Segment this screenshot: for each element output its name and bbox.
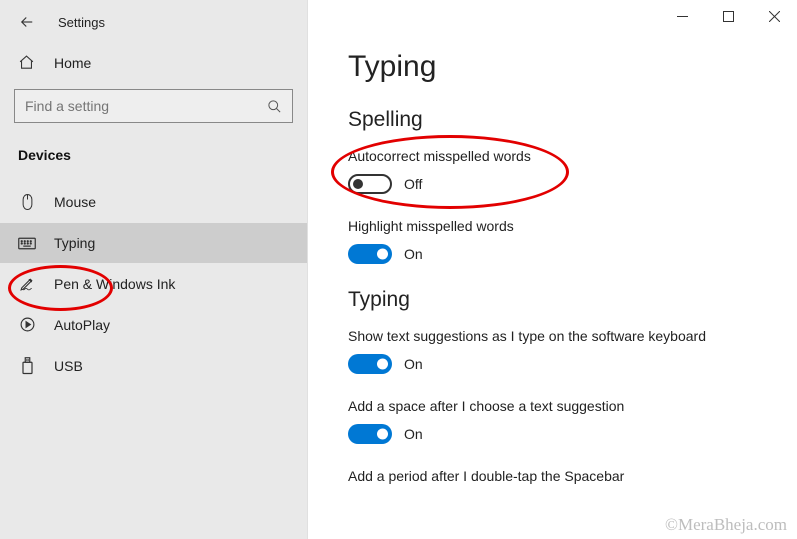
search-icon <box>267 99 282 114</box>
mouse-icon <box>18 193 36 211</box>
sidebar-item-label: Mouse <box>54 194 96 210</box>
settings-title: Settings <box>58 15 105 30</box>
space-toggle[interactable] <box>348 424 392 444</box>
suggestions-label: Show text suggestions as I type on the s… <box>348 328 757 344</box>
sidebar-item-pen[interactable]: Pen & Windows Ink <box>0 263 307 304</box>
highlight-label: Highlight misspelled words <box>348 218 757 234</box>
sidebar-item-label: Typing <box>54 235 95 251</box>
minimize-button[interactable] <box>659 0 705 32</box>
sidebar-item-label: AutoPlay <box>54 317 110 333</box>
home-icon <box>18 54 36 71</box>
search-box[interactable] <box>14 89 293 123</box>
content-area: Typing Spelling Autocorrect misspelled w… <box>308 0 797 539</box>
setting-highlight: Highlight misspelled words On <box>348 218 757 264</box>
typing-header: Typing <box>348 288 757 312</box>
spelling-header: Spelling <box>348 108 757 132</box>
toggle-row: Off <box>348 174 757 194</box>
space-state: On <box>404 426 423 442</box>
sidebar-item-mouse[interactable]: Mouse <box>0 181 307 223</box>
watermark: ©MeraBheja.com <box>665 515 787 535</box>
setting-suggestions: Show text suggestions as I type on the s… <box>348 328 757 374</box>
toggle-row: On <box>348 354 757 374</box>
home-nav[interactable]: Home <box>0 44 307 81</box>
pen-icon <box>18 275 36 292</box>
keyboard-icon <box>18 237 36 250</box>
highlight-toggle[interactable] <box>348 244 392 264</box>
autocorrect-label: Autocorrect misspelled words <box>348 148 757 164</box>
titlebar: Settings <box>0 0 307 44</box>
sidebar-item-label: Pen & Windows Ink <box>54 276 175 292</box>
space-label: Add a space after I choose a text sugges… <box>348 398 757 414</box>
autocorrect-state: Off <box>404 176 422 192</box>
toggle-row: On <box>348 424 757 444</box>
back-icon[interactable] <box>18 13 36 31</box>
usb-icon <box>18 357 36 375</box>
home-label: Home <box>54 55 91 71</box>
sidebar-item-usb[interactable]: USB <box>0 345 307 387</box>
setting-autocorrect: Autocorrect misspelled words Off <box>348 148 757 194</box>
setting-space: Add a space after I choose a text sugges… <box>348 398 757 444</box>
window-controls <box>659 0 797 32</box>
page-title: Typing <box>348 50 757 84</box>
settings-window: Settings Home Devices Mouse Typing <box>0 0 797 539</box>
sidebar: Settings Home Devices Mouse Typing <box>0 0 308 539</box>
highlight-state: On <box>404 246 423 262</box>
sidebar-item-autoplay[interactable]: AutoPlay <box>0 304 307 345</box>
suggestions-toggle[interactable] <box>348 354 392 374</box>
sidebar-item-label: USB <box>54 358 83 374</box>
suggestions-state: On <box>404 356 423 372</box>
section-header: Devices <box>0 141 307 181</box>
toggle-row: On <box>348 244 757 264</box>
period-label: Add a period after I double-tap the Spac… <box>348 468 757 484</box>
close-button[interactable] <box>751 0 797 32</box>
sidebar-item-typing[interactable]: Typing <box>0 223 307 263</box>
autoplay-icon <box>18 316 36 333</box>
search-input[interactable] <box>25 98 267 114</box>
autocorrect-toggle[interactable] <box>348 174 392 194</box>
maximize-button[interactable] <box>705 0 751 32</box>
setting-period: Add a period after I double-tap the Spac… <box>348 468 757 484</box>
